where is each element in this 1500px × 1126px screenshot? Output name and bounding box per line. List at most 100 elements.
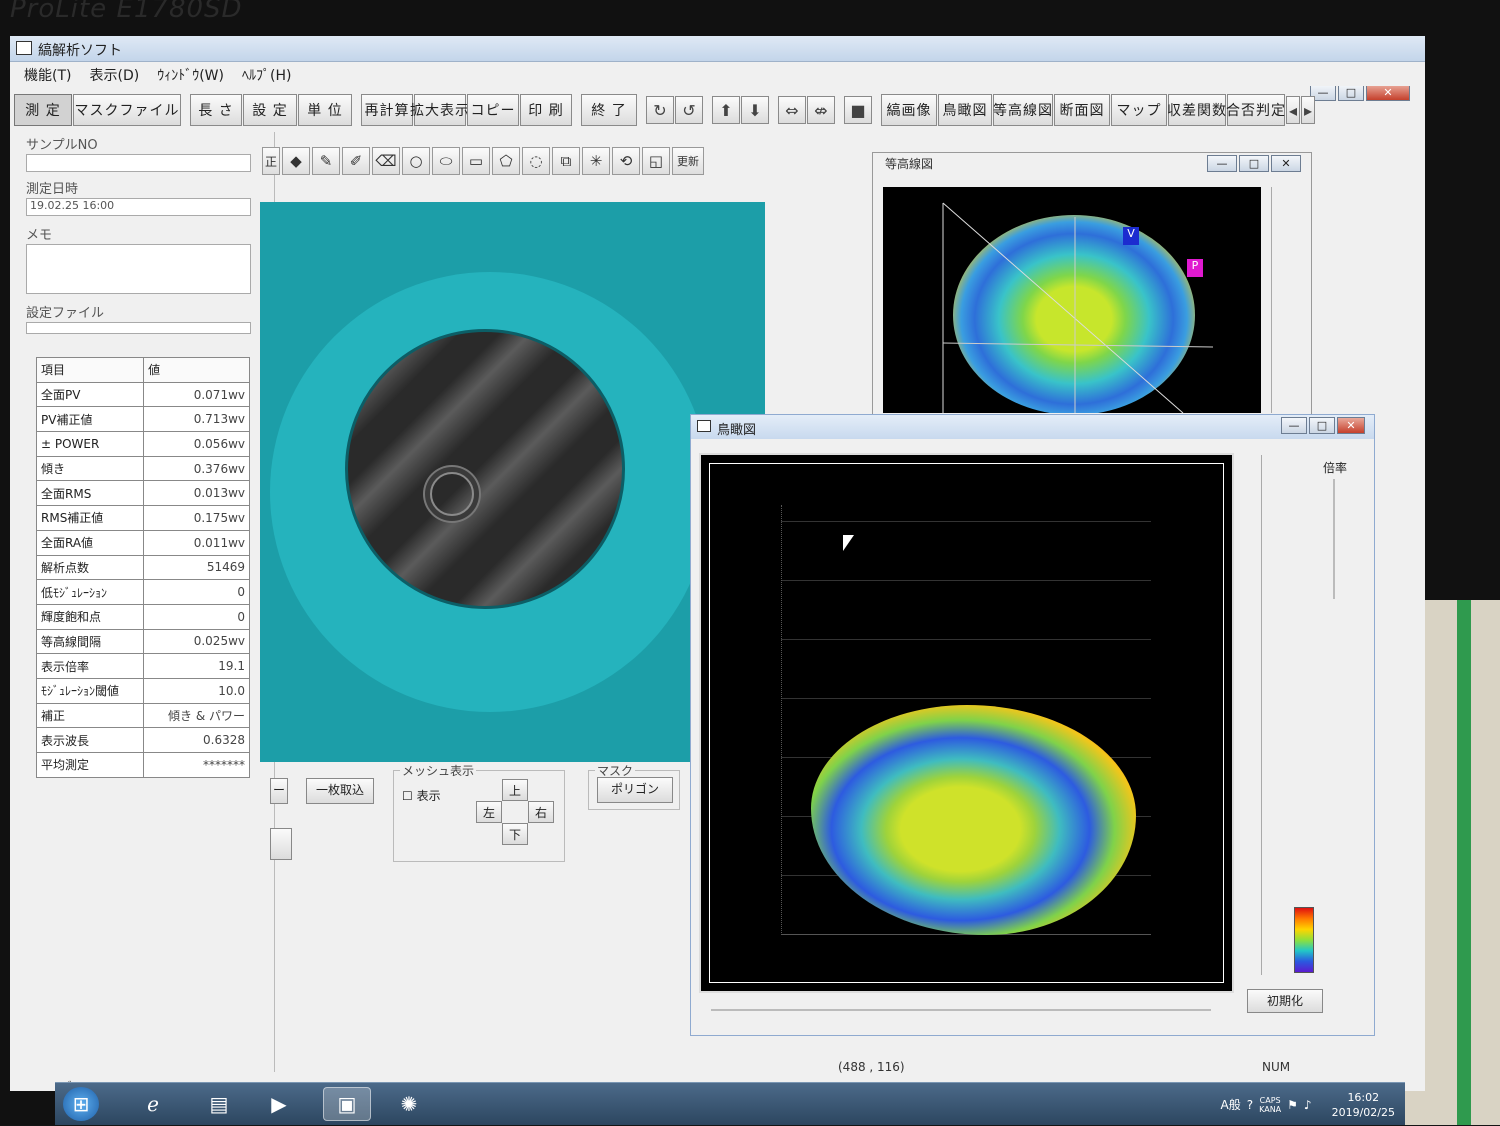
brush-icon[interactable]: ✐	[342, 147, 370, 175]
memo-label: メモ	[26, 228, 53, 243]
polygon-button[interactable]: ポリゴン	[597, 777, 673, 803]
pencil-icon[interactable]: ✎	[312, 147, 340, 175]
secondary-app-task-icon[interactable]: ✺	[385, 1087, 433, 1121]
birdseye-minimize-button[interactable]: —	[1281, 417, 1307, 434]
help-icon[interactable]: ?	[1247, 1098, 1253, 1112]
fringe-app-task-icon[interactable]: ▣	[323, 1087, 371, 1121]
sample-no-field[interactable]	[26, 154, 251, 172]
side-button[interactable]	[270, 828, 292, 860]
view-passfail-button[interactable]: 合否判定	[1226, 94, 1285, 126]
circle-select-icon[interactable]: ◌	[522, 147, 550, 175]
ime-indicator[interactable]: A般	[1221, 1096, 1241, 1113]
start-button[interactable]: ⊞	[63, 1087, 99, 1121]
left-info-panel: サンプルNO 測定日時 19.02.25 16:00 メモ 設定ファイル 項目 …	[20, 132, 275, 1072]
contour-minimize-button[interactable]: —	[1207, 155, 1237, 172]
view-birdseye-button[interactable]: 鳥瞰図	[938, 94, 992, 126]
exit-button[interactable]: 終 了	[581, 94, 637, 126]
overlay-icon[interactable]: ◱	[642, 147, 670, 175]
dir-down-button[interactable]: 下	[502, 823, 528, 845]
settings-button[interactable]: 設 定	[243, 94, 297, 126]
dir-up-button[interactable]: 上	[502, 779, 528, 801]
scroll-right-icon[interactable]: ▸	[1301, 96, 1315, 124]
value-cell: 10.0	[143, 677, 250, 704]
contour-window: 等高線図 — □ ✕ V P	[872, 152, 1312, 452]
date-field[interactable]: 19.02.25 16:00	[26, 198, 251, 216]
status-bar: ﾚﾃﾞｨ (488 , 116) NUM	[10, 1056, 1425, 1091]
scale-slider[interactable]	[1333, 479, 1335, 599]
menu-view[interactable]: 表示(D)	[89, 65, 139, 85]
view-aberration-button[interactable]: 収差関数	[1167, 94, 1226, 126]
item-cell: 等高線間隔	[35, 628, 145, 655]
expand-horizontal-icon[interactable]: ⇔	[778, 96, 806, 124]
fill-icon[interactable]: ◆	[282, 147, 310, 175]
circle-tool-icon[interactable]: ○	[402, 147, 430, 175]
explorer-folder-icon[interactable]: ▤	[195, 1087, 243, 1121]
table-row: 全面RMS 0.013wv	[35, 480, 250, 507]
eraser-icon[interactable]: ⌫	[372, 147, 400, 175]
rotate-cw-icon[interactable]: ↻	[646, 96, 674, 124]
correction-tool[interactable]: 正	[262, 147, 280, 175]
rotate-ccw-icon[interactable]: ↺	[675, 96, 703, 124]
polygon-tool-icon[interactable]: ⬠	[492, 147, 520, 175]
app-title: 縞解析ソフト	[38, 43, 122, 59]
item-cell: 輝度飽和点	[35, 603, 145, 630]
value-cell: 傾き & パワー	[143, 702, 250, 729]
arrow-down-icon[interactable]: ⬇	[741, 96, 769, 124]
dir-right-button[interactable]: 右	[528, 801, 554, 823]
birdseye-close-button[interactable]: ✕	[1337, 417, 1365, 434]
copy-shape-icon[interactable]: ⧉	[552, 147, 580, 175]
contour-close-button[interactable]: ✕	[1271, 155, 1301, 172]
zoom-button[interactable]: 拡大表示	[410, 94, 469, 126]
internet-explorer-icon[interactable]: ℯ	[129, 1087, 177, 1121]
unit-button[interactable]: 単 位	[298, 94, 352, 126]
memo-field[interactable]	[26, 244, 251, 294]
menu-window[interactable]: ｳｨﾝﾄﾞｳ(W)	[157, 65, 224, 85]
item-cell: 全面RMS	[35, 480, 145, 507]
mask-file-button[interactable]: マスクファイル	[73, 94, 181, 126]
recalc-button[interactable]: 再計算	[361, 94, 413, 126]
scroll-left-icon[interactable]: ◂	[1286, 96, 1300, 124]
prev-button[interactable]: ー	[270, 778, 288, 804]
view-contour-button[interactable]: 等高線図	[993, 94, 1053, 126]
view-map-button[interactable]: マップ	[1111, 94, 1167, 126]
rectangle-tool-icon[interactable]: ▭	[462, 147, 490, 175]
birdseye-3d-view[interactable]	[699, 453, 1234, 993]
results-table: 項目 値 全面PV 0.071wv PV補正値 0.713wv ± POWER 0.056…	[35, 357, 250, 778]
print-button[interactable]: 印 刷	[520, 94, 572, 126]
menu-function[interactable]: 機能(T)	[24, 65, 71, 85]
sparkle-icon[interactable]: ✳	[582, 147, 610, 175]
arrow-up-icon[interactable]: ⬆	[712, 96, 740, 124]
setting-file-label: 設定ファイル	[26, 306, 105, 321]
capture-one-button[interactable]: 一枚取込	[306, 778, 374, 804]
view-section-button[interactable]: 断面図	[1054, 94, 1110, 126]
fringe-aperture	[345, 329, 625, 609]
menu-help[interactable]: ﾍﾙﾌﾟ(H)	[242, 65, 291, 85]
birdseye-maximize-button[interactable]: □	[1309, 417, 1335, 434]
undo-icon[interactable]: ⟲	[612, 147, 640, 175]
stop-icon[interactable]: ■	[844, 96, 872, 124]
clock[interactable]: 16:02 2019/02/25	[1332, 1090, 1395, 1120]
network-icon[interactable]: ⚑	[1287, 1098, 1298, 1112]
contour-maximize-button[interactable]: □	[1239, 155, 1269, 172]
table-row: 解析点数 51469	[35, 554, 250, 581]
media-player-icon[interactable]: ▶	[255, 1087, 303, 1121]
update-button[interactable]: 更新	[672, 147, 704, 175]
setting-file-field[interactable]	[26, 322, 251, 334]
item-header: 項目	[35, 357, 145, 383]
volume-icon[interactable]: ♪	[1304, 1098, 1312, 1112]
measure-button[interactable]: 測 定	[14, 94, 72, 126]
view-fringe-button[interactable]: 縞画像	[881, 94, 937, 126]
mesh-show-checkbox[interactable]: ☐ 表示	[402, 787, 441, 804]
reset-button[interactable]: 初期化	[1247, 989, 1323, 1013]
length-button[interactable]: 長 さ	[190, 94, 242, 126]
contour-slider[interactable]	[1271, 187, 1283, 413]
item-cell: 補正	[35, 702, 145, 729]
shrink-horizontal-icon[interactable]: ⇎	[807, 96, 835, 124]
birdseye-window-icon	[697, 420, 711, 432]
copy-button[interactable]: コピー	[467, 94, 519, 126]
contour-plot[interactable]: V P	[883, 187, 1261, 413]
dir-left-button[interactable]: 左	[476, 801, 502, 823]
birdseye-vertical-slider[interactable]	[1261, 455, 1275, 975]
ellipse-tool-icon[interactable]: ⬭	[432, 147, 460, 175]
birdseye-horizontal-slider[interactable]	[711, 1009, 1211, 1011]
